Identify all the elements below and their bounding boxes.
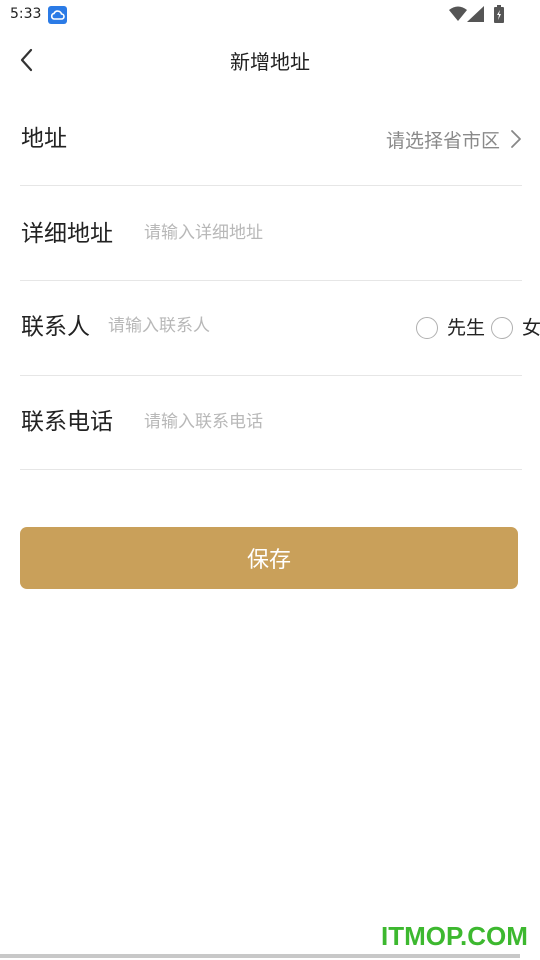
radio-mr[interactable] bbox=[416, 317, 438, 339]
radio-ms-label[interactable]: 女 bbox=[522, 314, 540, 342]
phone-label: 联系电话 bbox=[21, 409, 113, 435]
address-placeholder: 请选择省市区 bbox=[385, 129, 500, 152]
radio-ms[interactable] bbox=[491, 317, 513, 339]
nav-bar: 新增地址 bbox=[0, 30, 540, 88]
contact-row: 联系人 先生 女 bbox=[20, 282, 540, 376]
address-selector[interactable]: 请选择省市区 bbox=[386, 124, 522, 154]
phone-input[interactable] bbox=[144, 410, 504, 434]
cloud-app-icon bbox=[48, 6, 67, 24]
battery-charging-icon bbox=[494, 5, 504, 27]
contact-label: 联系人 bbox=[21, 314, 90, 340]
radio-mr-label[interactable]: 先生 bbox=[447, 314, 485, 342]
address-label: 地址 bbox=[21, 126, 67, 152]
bottom-divider bbox=[0, 954, 520, 958]
wifi-icon bbox=[449, 6, 467, 26]
address-row[interactable]: 地址 请选择省市区 bbox=[20, 92, 522, 186]
page-title: 新增地址 bbox=[230, 50, 310, 74]
phone-row: 联系电话 bbox=[20, 376, 522, 470]
contact-input[interactable] bbox=[108, 314, 388, 338]
watermark: ITMOP.COM bbox=[381, 921, 528, 951]
save-button[interactable]: 保存 bbox=[20, 527, 518, 589]
status-bar: 5:33 bbox=[0, 0, 540, 30]
status-time: 5:33 bbox=[10, 6, 42, 22]
chevron-right-icon bbox=[510, 129, 522, 149]
signal-icon bbox=[467, 6, 485, 26]
detail-address-input[interactable] bbox=[144, 221, 504, 245]
detail-address-label: 详细地址 bbox=[21, 221, 113, 247]
detail-address-row: 详细地址 bbox=[20, 187, 522, 281]
